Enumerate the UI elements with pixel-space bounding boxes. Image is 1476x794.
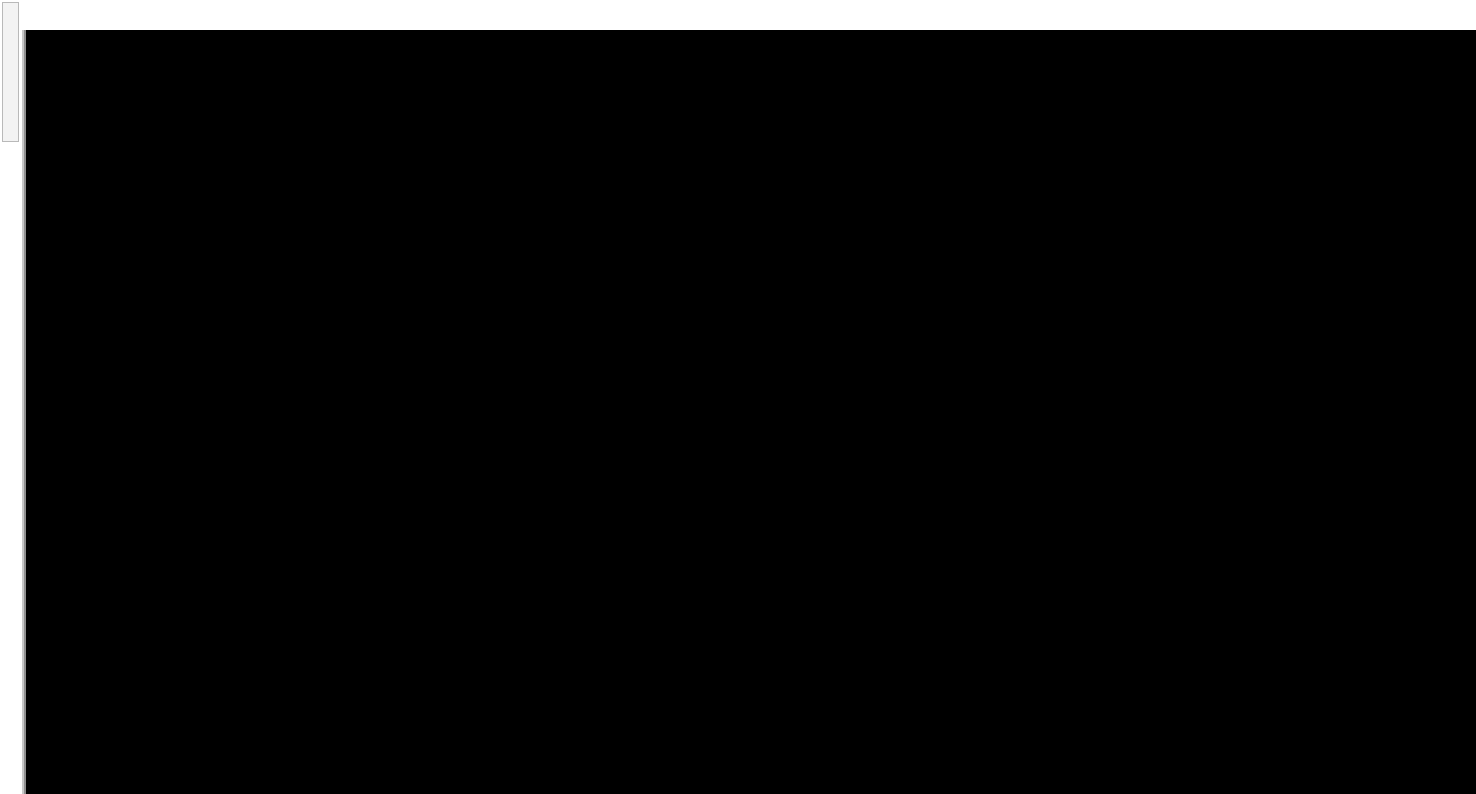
session-manager-rail-panel[interactable] [2,2,19,142]
tab-bar [21,0,1476,30]
session-manager-label [4,3,18,141]
mobaxterm-window [0,0,1476,794]
terminal-panel[interactable] [21,30,1476,794]
session-manager-rail[interactable] [0,0,21,794]
terminal-screen[interactable] [27,30,1476,794]
